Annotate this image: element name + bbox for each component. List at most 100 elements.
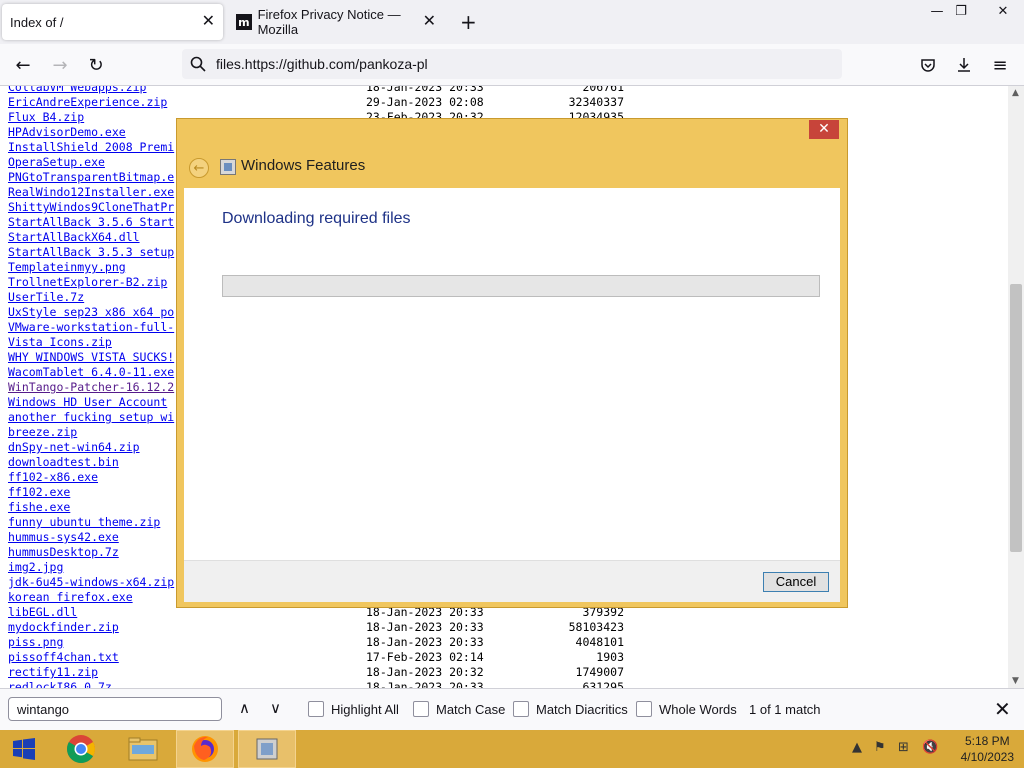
highlight-all-checkbox[interactable]: Highlight All — [308, 701, 399, 717]
file-link[interactable]: PNGtoTransparentBitmap.e — [8, 170, 174, 185]
close-window-icon[interactable]: ✕ — [988, 0, 1018, 22]
file-link[interactable]: ShittyWindos9CloneThatPr — [8, 200, 174, 215]
file-size: 32340337 — [568, 95, 624, 109]
file-link[interactable]: rectify11.zip — [8, 665, 98, 680]
file-link[interactable]: WHY WINDOWS VISTA SUCKS! — [8, 350, 174, 365]
file-link[interactable]: ff102-x86.exe — [8, 470, 98, 485]
file-link[interactable]: piss.png — [8, 635, 63, 650]
reload-button[interactable]: ↻ — [83, 53, 109, 77]
match-case-checkbox[interactable]: Match Case — [413, 701, 505, 717]
checkbox-box[interactable] — [413, 701, 429, 717]
file-link[interactable]: TrollnetExplorer-B2.zip — [8, 275, 167, 290]
find-next-icon[interactable]: ∨ — [270, 699, 281, 717]
windows-features-dialog: ✕ ← Windows Features Downloading require… — [176, 118, 848, 608]
back-button[interactable]: ← — [10, 53, 36, 77]
url-bar[interactable]: files.https://github.com/pankoza-pl — [182, 49, 842, 79]
file-link[interactable]: UserTile.7z — [8, 290, 84, 305]
file-link[interactable]: another fucking setup wi — [8, 410, 174, 425]
file-link[interactable]: redlockI86 0.7z — [8, 680, 112, 688]
dialog-title: Windows Features — [241, 157, 366, 174]
option-label: Match Case — [436, 701, 506, 717]
find-input[interactable] — [8, 697, 222, 721]
file-link[interactable]: ff102.exe — [8, 485, 70, 500]
file-link[interactable]: Flux B4.zip — [8, 110, 84, 125]
windows-features-icon[interactable] — [238, 730, 296, 768]
file-link[interactable]: fishe.exe — [8, 500, 70, 515]
dialog-body: Downloading required files — [184, 188, 840, 560]
file-link[interactable]: breeze.zip — [8, 425, 77, 440]
file-link[interactable]: Templateinmyy.png — [8, 260, 126, 275]
file-link[interactable]: InstallShield 2008 Premi — [8, 140, 174, 155]
downloads-icon[interactable] — [951, 53, 977, 77]
file-size: 1903 — [596, 650, 624, 664]
taskbar-clock[interactable]: 5:18 PM 4/10/2023 — [961, 733, 1014, 765]
match-diacritics-checkbox[interactable]: Match Diacritics — [513, 701, 628, 717]
file-link[interactable]: libEGL.dll — [8, 605, 77, 620]
file-link[interactable]: hummus-sys42.exe — [8, 530, 119, 545]
taskbar: ▲ ⚑ ⊞ 🔇 5:18 PM 4/10/2023 — [0, 730, 1024, 768]
file-link[interactable]: HPAdvisorDemo.exe — [8, 125, 126, 140]
file-link[interactable]: WacomTablet 6.4.0-11.exe — [8, 365, 174, 380]
file-link[interactable]: StartAllBack 3.5.3 setup — [8, 245, 174, 260]
dialog-footer: Cancel — [184, 560, 840, 602]
file-link[interactable]: dnSpy-net-win64.zip — [8, 440, 140, 455]
dialog-close-button[interactable]: ✕ — [809, 120, 839, 139]
chrome-icon[interactable] — [52, 730, 110, 768]
cancel-button[interactable]: Cancel — [763, 572, 829, 592]
file-link[interactable]: korean firefox.exe — [8, 590, 133, 605]
windows-start-icon[interactable] — [0, 730, 48, 768]
file-explorer-icon[interactable] — [114, 730, 172, 768]
volume-muted-icon[interactable]: 🔇 — [922, 740, 938, 755]
checkbox-box[interactable] — [308, 701, 324, 717]
file-link[interactable]: Windows HD User Account — [8, 395, 167, 410]
file-link[interactable]: EricAndreExperience.zip — [8, 95, 167, 110]
file-link[interactable]: pissoff4chan.txt — [8, 650, 119, 665]
scroll-down-icon[interactable]: ▼ — [1012, 676, 1019, 686]
forward-button[interactable]: → — [47, 53, 73, 77]
file-link[interactable]: RealWindo12Installer.exe — [8, 185, 174, 200]
file-size: 4048101 — [575, 635, 624, 649]
vertical-scrollbar[interactable]: ▲ ▼ — [1008, 86, 1024, 688]
firefox-icon[interactable] — [176, 730, 234, 768]
file-link[interactable]: jdk-6u45-windows-x64.zip — [8, 575, 174, 590]
close-tab-icon[interactable]: ✕ — [202, 11, 215, 31]
list-item: redlockI86 0.7z 18-Jan-2023 20:33 631295 — [8, 680, 628, 688]
file-date: 18-Jan-2023 20:33 — [366, 635, 484, 649]
find-previous-icon[interactable]: ∧ — [239, 699, 250, 717]
file-link[interactable]: WinTango-Patcher-16.12.2 — [8, 380, 174, 395]
file-link[interactable]: UxStyle sep23 x86 x64 po — [8, 305, 174, 320]
back-arrow-icon[interactable]: ← — [189, 158, 209, 178]
file-link[interactable]: downloadtest.bin — [8, 455, 119, 470]
file-link[interactable]: mydockfinder.zip — [8, 620, 119, 635]
file-date: 18-Jan-2023 20:33 — [366, 620, 484, 634]
file-link[interactable]: VMware-workstation-full- — [8, 320, 174, 335]
file-link[interactable]: StartAllBackX64.dll — [8, 230, 140, 245]
file-link[interactable]: Vista Icons.zip — [8, 335, 112, 350]
file-link[interactable]: StartAllBack 3.5.6 Start — [8, 215, 174, 230]
show-hidden-icons-icon[interactable]: ▲ — [852, 740, 862, 755]
tab-firefox-privacy-notice[interactable]: m Firefox Privacy Notice — Mozilla ✕ — [228, 4, 440, 40]
list-item: CollabVM Webapps.zip 18-Jan-2023 20:33 206… — [8, 86, 628, 95]
file-size: 631295 — [582, 680, 624, 688]
option-label: Whole Words — [659, 701, 737, 717]
new-tab-button[interactable]: + — [460, 10, 477, 34]
checkbox-box[interactable] — [513, 701, 529, 717]
whole-words-checkbox[interactable]: Whole Words — [636, 701, 737, 717]
scrollbar-thumb[interactable] — [1010, 284, 1022, 552]
checkbox-box[interactable] — [636, 701, 652, 717]
file-link[interactable]: img2.jpg — [8, 560, 63, 575]
action-center-icon[interactable]: ⚑ — [874, 740, 886, 755]
file-link[interactable]: hummusDesktop.7z — [8, 545, 119, 560]
tab-index-of[interactable]: Index of / ✕ — [2, 4, 223, 40]
app-menu-icon[interactable]: ≡ — [987, 53, 1013, 77]
pocket-icon[interactable] — [915, 53, 941, 77]
file-link[interactable]: funny ubuntu theme.zip — [8, 515, 160, 530]
file-link[interactable]: CollabVM Webapps.zip — [8, 86, 146, 95]
scroll-up-icon[interactable]: ▲ — [1012, 88, 1019, 98]
network-icon[interactable]: ⊞ — [898, 740, 909, 755]
close-find-bar-icon[interactable]: ✕ — [994, 697, 1011, 722]
file-link[interactable]: OperaSetup.exe — [8, 155, 105, 170]
restore-window-icon[interactable]: ❐ — [946, 0, 976, 22]
close-tab-icon[interactable]: ✕ — [423, 11, 436, 31]
list-item: piss.png 18-Jan-2023 20:33 4048101 — [8, 635, 628, 650]
